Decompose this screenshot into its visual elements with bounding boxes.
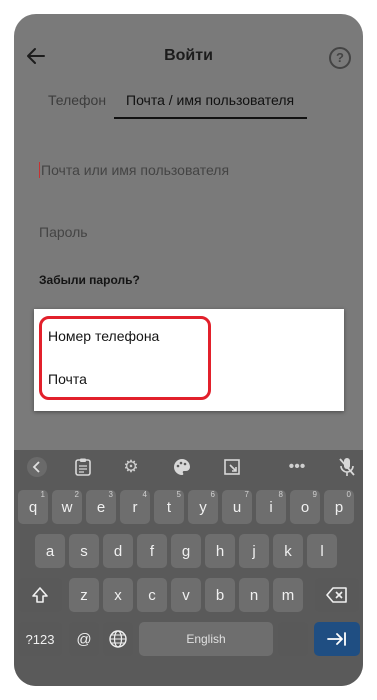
- key-u[interactable]: 7u: [222, 490, 252, 524]
- key-k[interactable]: k: [273, 534, 303, 568]
- key-hint: 6: [210, 490, 215, 499]
- key-z[interactable]: z: [69, 578, 99, 612]
- login-field[interactable]: Почта или имя пользователя: [39, 162, 337, 178]
- key-t[interactable]: 5t: [154, 490, 184, 524]
- key-d[interactable]: d: [103, 534, 133, 568]
- resize-icon[interactable]: [219, 452, 245, 482]
- header: Войти ?: [14, 14, 363, 104]
- key-x[interactable]: x: [103, 578, 133, 612]
- backspace-icon: [326, 587, 347, 603]
- gear-icon[interactable]: ⚙: [118, 452, 144, 482]
- shift-icon: [32, 587, 48, 603]
- mic-off-icon[interactable]: [334, 452, 360, 482]
- help-icon[interactable]: ?: [329, 47, 351, 69]
- key-hint: 2: [74, 490, 79, 499]
- key-hint: 3: [108, 490, 113, 499]
- chevron-left-icon[interactable]: [24, 452, 50, 482]
- key-hint: 1: [40, 490, 45, 499]
- active-tab-underline: [114, 117, 307, 119]
- key-label: e: [96, 498, 106, 516]
- keyboard: ⚙ ••• 1q 2w 3e 4r 5t 6y 7u 8i 9o 0p a s …: [14, 450, 363, 686]
- red-highlight-frame: [39, 316, 211, 400]
- backspace-key[interactable]: [315, 578, 359, 612]
- login-placeholder: Почта или имя пользователя: [41, 162, 230, 178]
- key-label: y: [199, 498, 207, 516]
- tab-phone[interactable]: Телефон: [48, 92, 106, 108]
- key-label: p: [334, 498, 344, 516]
- arrow-right-to-line-icon: [327, 632, 346, 646]
- tab-email-username[interactable]: Почта / имя пользователя: [126, 92, 294, 108]
- password-placeholder: Пароль: [39, 224, 88, 240]
- key-v[interactable]: v: [171, 578, 201, 612]
- text-cursor: [39, 162, 40, 178]
- key-h[interactable]: h: [205, 534, 235, 568]
- key-label: u: [232, 498, 242, 516]
- shift-key[interactable]: [18, 578, 62, 612]
- password-field[interactable]: Пароль: [39, 224, 337, 240]
- key-m[interactable]: m: [273, 578, 303, 612]
- key-e[interactable]: 3e: [86, 490, 116, 524]
- key-r[interactable]: 4r: [120, 490, 150, 524]
- key-label: w: [61, 498, 73, 516]
- forgot-password-link[interactable]: Забыли пароль?: [39, 273, 140, 287]
- key-c[interactable]: c: [137, 578, 167, 612]
- period-key[interactable]: [278, 622, 308, 656]
- globe-key[interactable]: [103, 622, 133, 656]
- key-j[interactable]: j: [239, 534, 269, 568]
- key-hint: 7: [244, 490, 249, 499]
- page-title: Войти: [164, 47, 213, 64]
- palette-icon[interactable]: [169, 452, 195, 482]
- more-icon[interactable]: •••: [284, 452, 310, 482]
- key-hint: 9: [312, 490, 317, 499]
- key-hint: 5: [176, 490, 181, 499]
- key-hint: 4: [142, 490, 147, 499]
- key-g[interactable]: g: [171, 534, 201, 568]
- key-hint: 8: [278, 490, 283, 499]
- key-l[interactable]: l: [307, 534, 337, 568]
- phone-screen: Войти ? Телефон Почта / имя пользователя…: [14, 14, 363, 686]
- key-p[interactable]: 0p: [324, 490, 354, 524]
- key-w[interactable]: 2w: [52, 490, 82, 524]
- key-label: r: [132, 498, 138, 516]
- key-b[interactable]: b: [205, 578, 235, 612]
- autofill-dropdown: Номер телефона Почта: [34, 309, 344, 411]
- key-s[interactable]: s: [69, 534, 99, 568]
- key-a[interactable]: a: [35, 534, 65, 568]
- key-label: t: [166, 498, 172, 516]
- key-label: o: [300, 498, 310, 516]
- at-key[interactable]: @: [69, 622, 99, 656]
- key-label: q: [28, 498, 38, 516]
- enter-key[interactable]: [314, 622, 360, 656]
- key-y[interactable]: 6y: [188, 490, 218, 524]
- key-q[interactable]: 1q: [18, 490, 48, 524]
- clipboard-icon[interactable]: [70, 452, 96, 482]
- key-n[interactable]: n: [239, 578, 269, 612]
- globe-icon: [109, 630, 127, 648]
- space-key[interactable]: English: [139, 622, 273, 656]
- key-f[interactable]: f: [137, 534, 167, 568]
- key-o[interactable]: 9o: [290, 490, 320, 524]
- numbers-key[interactable]: ?123: [18, 622, 62, 656]
- key-label: i: [269, 498, 273, 516]
- key-hint: 0: [346, 490, 351, 499]
- key-i[interactable]: 8i: [256, 490, 286, 524]
